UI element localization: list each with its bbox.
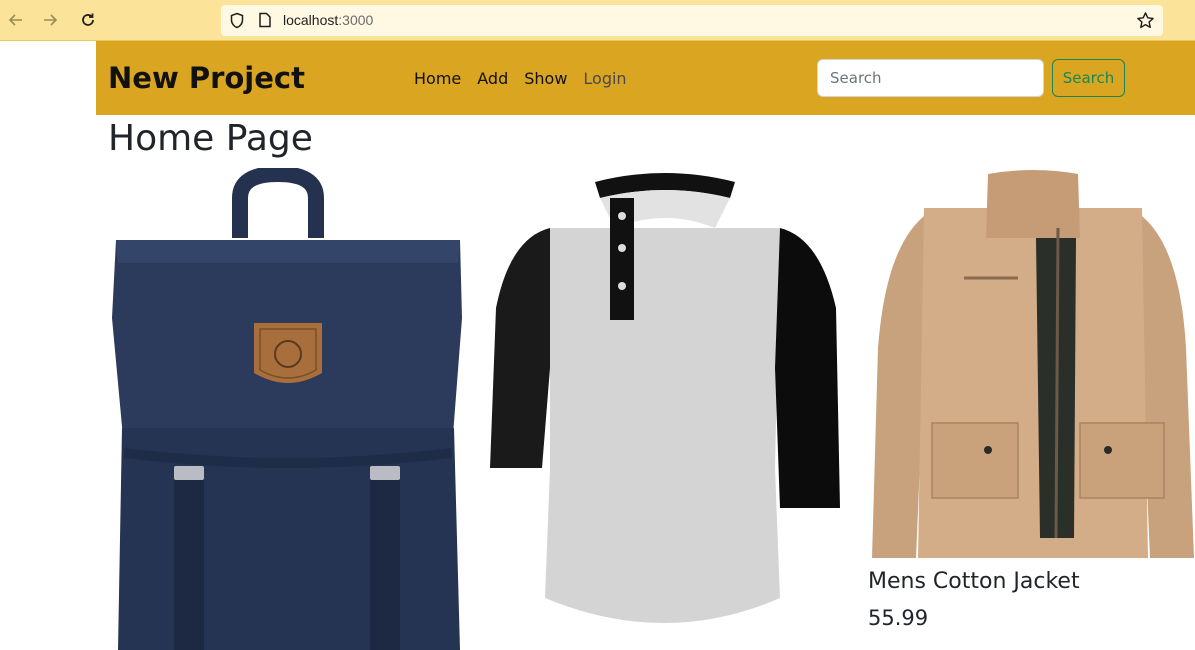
shield-icon[interactable] [229, 12, 245, 29]
product-card[interactable] [490, 168, 842, 650]
forward-arrow-icon[interactable] [38, 8, 62, 32]
nav-links: Home Add Show Login [414, 69, 643, 88]
reload-icon[interactable] [76, 8, 100, 32]
product-card[interactable]: Mens Cotton Jacket 55.99 [868, 168, 1195, 630]
bookmark-star-icon[interactable] [1136, 11, 1155, 30]
search-button[interactable]: Search [1052, 59, 1125, 97]
nav-link-home[interactable]: Home [414, 69, 461, 88]
jacket-image[interactable] [868, 168, 1195, 566]
product-name[interactable]: Mens Cotton Jacket [868, 569, 1080, 594]
nav-link-show[interactable]: Show [524, 69, 567, 88]
shirt-image[interactable] [490, 168, 842, 650]
search-input[interactable] [817, 59, 1044, 97]
url-text[interactable]: localhost:3000 [283, 12, 373, 28]
page-title: Home Page [108, 118, 313, 159]
nav-link-login[interactable]: Login [583, 69, 626, 88]
page-icon[interactable] [258, 12, 272, 28]
address-bar[interactable]: localhost:3000 [221, 5, 1163, 36]
back-arrow-icon[interactable] [4, 8, 28, 32]
browser-toolbar: localhost:3000 [0, 0, 1195, 41]
product-card[interactable] [108, 168, 468, 650]
nav-link-add[interactable]: Add [477, 69, 508, 88]
backpack-image[interactable] [108, 168, 468, 650]
brand-logo[interactable]: New Project [108, 61, 305, 95]
product-price: 55.99 [868, 606, 929, 630]
app-navbar: New Project Home Add Show Login Search [96, 41, 1195, 115]
